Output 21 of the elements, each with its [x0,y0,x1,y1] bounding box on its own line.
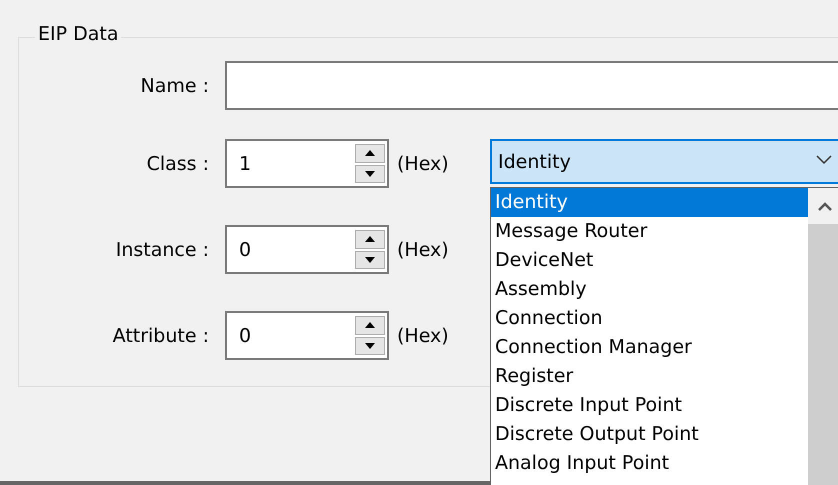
unit-label: (Hex) [397,152,449,174]
field-label: Name : [140,74,209,96]
field-label: Attribute : [112,324,209,346]
dropdown-option[interactable]: Identity [491,188,808,217]
field-label: Class : [146,152,209,174]
dropdown-option[interactable]: Connection Manager [491,333,808,362]
spin-box[interactable]: 0 [225,311,389,360]
dropdown-option[interactable]: Discrete Input Point [491,391,808,420]
unit-label: (Hex) [397,238,449,260]
unit-label: (Hex) [397,324,449,346]
dropdown-option[interactable]: Connection [491,304,808,333]
dropdown-option[interactable]: Assembly [491,275,808,304]
spin-box[interactable]: 0 [225,225,389,274]
dropdown-option[interactable]: Discrete Output Point [491,420,808,449]
dropdown-option[interactable]: DeviceNet [491,246,808,275]
dropdown-option[interactable]: Message Router [491,217,808,246]
dropdown-option[interactable]: Analog Input Point [491,449,808,478]
dropdown-option[interactable]: Register [491,362,808,391]
spin-box[interactable]: 1 [225,139,389,188]
class-dropdown[interactable]: Identity [490,139,838,184]
field-label: Instance : [114,238,209,260]
